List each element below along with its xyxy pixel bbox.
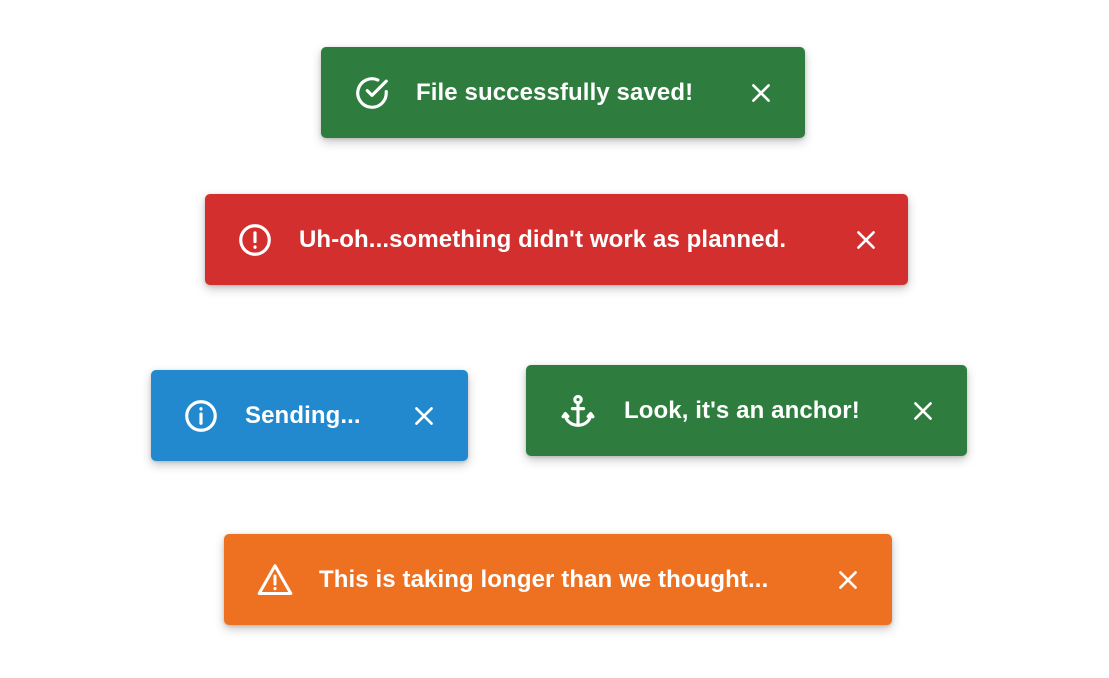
toast-success-saved: File successfully saved! (321, 47, 805, 138)
toast-message: This is taking longer than we thought... (319, 565, 769, 593)
warning-triangle-icon (255, 560, 295, 600)
close-button[interactable] (848, 222, 884, 258)
toast-message: Sending... (245, 401, 361, 429)
toast-message: Uh-oh...something didn't work as planned… (299, 225, 787, 253)
info-circle-icon (181, 396, 221, 436)
toast-anchor: Look, it's an anchor! (526, 365, 967, 456)
error-circle-icon (235, 220, 275, 260)
check-circle-icon (352, 73, 392, 113)
close-button[interactable] (905, 393, 941, 429)
toast-error: Uh-oh...something didn't work as planned… (205, 194, 908, 285)
toast-info: Sending... (151, 370, 468, 461)
toast-warning: This is taking longer than we thought... (224, 534, 892, 625)
close-button[interactable] (830, 562, 866, 598)
close-button[interactable] (406, 398, 442, 434)
anchor-icon (558, 391, 598, 431)
close-button[interactable] (743, 75, 779, 111)
toast-message: Look, it's an anchor! (624, 396, 860, 424)
toast-message: File successfully saved! (416, 78, 694, 106)
